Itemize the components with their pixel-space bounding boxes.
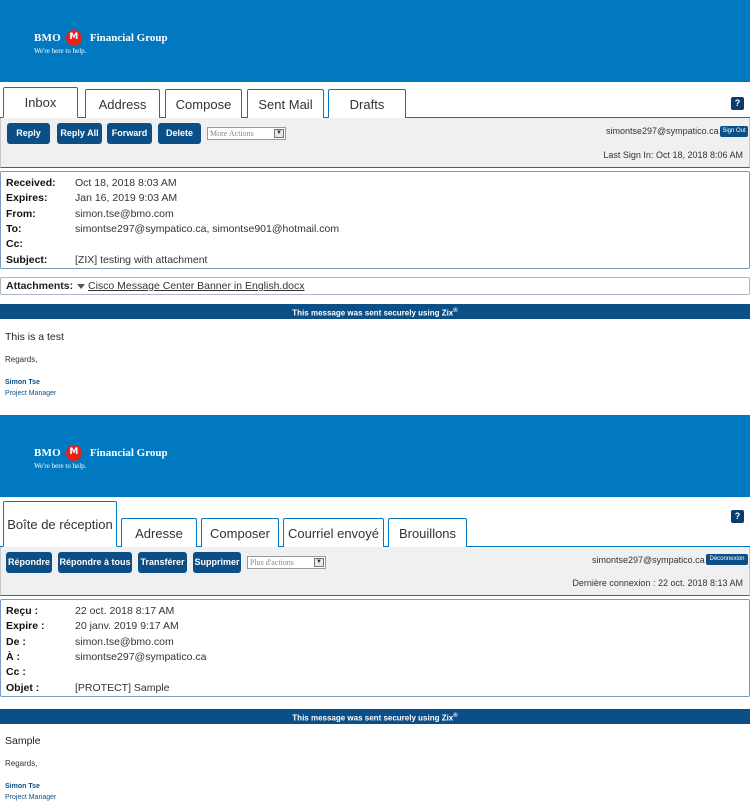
toolbar: Répondre Répondre à tous Transférer Supp…: [0, 547, 750, 596]
brand-banner: BMO M Financial Group We're here to help…: [0, 0, 750, 82]
bmo-roundel-icon: M: [65, 445, 82, 461]
logo-brand: BMO: [34, 32, 61, 44]
tab-address[interactable]: Address: [85, 89, 160, 118]
cc-label: Cc :: [6, 666, 26, 678]
tab-bar: Boîte de réception Adresse Composer Cour…: [0, 501, 750, 547]
more-actions-label: More Actions: [210, 129, 254, 138]
reply-all-button[interactable]: Répondre à tous: [58, 552, 132, 573]
bmo-logo[interactable]: BMO M Financial Group We're here to help…: [34, 29, 168, 55]
bmo-roundel-icon: M: [65, 30, 82, 46]
logo-group: Financial Group: [89, 447, 168, 459]
tab-sent-mail[interactable]: Sent Mail: [247, 89, 324, 118]
to-value: simontse297@sympatico.ca: [75, 651, 207, 663]
secure-message-bar: This message was sent securely using Zix…: [0, 304, 750, 319]
more-actions-select[interactable]: More Actions ▼: [207, 127, 286, 140]
from-label: From:: [6, 208, 36, 220]
forward-button[interactable]: Transférer: [138, 552, 187, 573]
sign-out-button[interactable]: Sign Out: [720, 126, 748, 137]
delete-button[interactable]: Supprimer: [193, 552, 241, 573]
cc-label: Cc:: [6, 238, 23, 250]
tab-inbox[interactable]: Boîte de réception: [3, 501, 117, 547]
tab-inbox[interactable]: Inbox: [3, 87, 78, 118]
help-icon[interactable]: ?: [731, 97, 744, 110]
secure-message-bar: This message was sent securely using Zix…: [0, 709, 750, 724]
logo-tagline: We're here to help.: [34, 462, 87, 470]
from-value: simon.tse@bmo.com: [75, 636, 174, 648]
subject-value: [ZIX] testing with attachment: [75, 254, 208, 266]
delete-button[interactable]: Delete: [158, 123, 201, 144]
secure-text: This message was sent securely using Zix: [292, 713, 454, 723]
received-value: 22 oct. 2018 8:17 AM: [75, 605, 175, 617]
subject-value: [PROTECT] Sample: [75, 682, 170, 694]
tab-bar: Inbox Address Compose Sent Mail Drafts ?: [0, 87, 750, 118]
attachments-label: Attachments:: [6, 280, 74, 292]
from-value: simon.tse@bmo.com: [75, 208, 174, 220]
help-icon[interactable]: ?: [731, 510, 744, 523]
signature-title: Project Manager: [5, 794, 57, 801]
message-headers: Received: Oct 18, 2018 8:03 AM Expires: Ja…: [0, 171, 750, 269]
expires-value: Jan 16, 2019 9:03 AM: [75, 192, 178, 204]
logo-tagline: We're here to help.: [34, 47, 87, 55]
logo-brand: BMO: [34, 447, 61, 459]
to-label: À :: [6, 651, 20, 663]
regards-text: Regards,: [5, 355, 38, 364]
tab-address[interactable]: Adresse: [121, 518, 197, 547]
toolbar: Reply Reply All Forward Delete More Acti…: [0, 118, 750, 168]
tab-drafts[interactable]: Drafts: [328, 89, 406, 118]
message-headers: Reçu : 22 oct. 2018 8:17 AM Expire : 20 ja…: [0, 599, 750, 697]
chevron-down-icon: ▼: [274, 129, 284, 138]
reply-button[interactable]: Reply: [7, 123, 50, 144]
received-label: Received:: [6, 177, 56, 189]
reply-all-button[interactable]: Reply All: [57, 123, 102, 144]
signature-name: Simon Tse: [5, 379, 40, 386]
registered-mark: ®: [453, 308, 458, 314]
chevron-down-icon: ▼: [314, 558, 324, 567]
to-label: To:: [6, 223, 22, 235]
logo-group: Financial Group: [89, 32, 168, 44]
regards-text: Regards,: [5, 759, 38, 768]
expires-label: Expire :: [6, 620, 45, 632]
sign-out-button[interactable]: Déconnexion: [706, 554, 748, 565]
bmo-logo[interactable]: BMO M Financial Group We're here to help…: [34, 444, 168, 470]
signature-title: Project Manager: [5, 390, 57, 397]
account-email: simontse297@sympatico.ca: [606, 126, 719, 136]
last-sign-in: Dernière connexion : 22 oct. 2018 8:13 A…: [572, 578, 743, 588]
reply-button[interactable]: Répondre: [6, 552, 52, 573]
registered-mark: ®: [453, 713, 458, 719]
attachments-bar: Attachments: Cisco Message Center Banner…: [0, 277, 750, 295]
from-label: De :: [6, 636, 26, 648]
tab-sent-mail[interactable]: Courriel envoyé: [283, 518, 384, 547]
more-actions-select[interactable]: Plus d'actions ▼: [247, 556, 326, 569]
received-label: Reçu :: [6, 605, 39, 617]
attachment-link[interactable]: Cisco Message Center Banner in English.d…: [88, 280, 305, 292]
forward-button[interactable]: Forward: [107, 123, 152, 144]
more-actions-label: Plus d'actions: [250, 558, 294, 567]
subject-label: Objet :: [6, 682, 40, 694]
last-sign-in: Last Sign In: Oct 18, 2018 8:06 AM: [603, 150, 743, 160]
expand-triangle-icon[interactable]: [77, 284, 85, 289]
message-body: This is a test: [5, 331, 64, 343]
message-body: Sample: [5, 735, 41, 747]
account-email: simontse297@sympatico.ca: [592, 555, 705, 565]
expires-label: Expires:: [6, 192, 48, 204]
signature-name: Simon Tse: [5, 783, 40, 790]
tab-compose[interactable]: Compose: [165, 89, 242, 118]
to-value: simontse297@sympatico.ca, simontse901@ho…: [75, 223, 340, 235]
received-value: Oct 18, 2018 8:03 AM: [75, 177, 177, 189]
subject-label: Subject:: [6, 254, 48, 266]
expires-value: 20 janv. 2019 9:17 AM: [75, 620, 179, 632]
brand-banner: BMO M Financial Group We're here to help…: [0, 415, 750, 497]
tab-compose[interactable]: Composer: [201, 518, 279, 547]
secure-text: This message was sent securely using Zix: [292, 308, 454, 318]
tab-drafts[interactable]: Brouillons: [388, 518, 467, 547]
